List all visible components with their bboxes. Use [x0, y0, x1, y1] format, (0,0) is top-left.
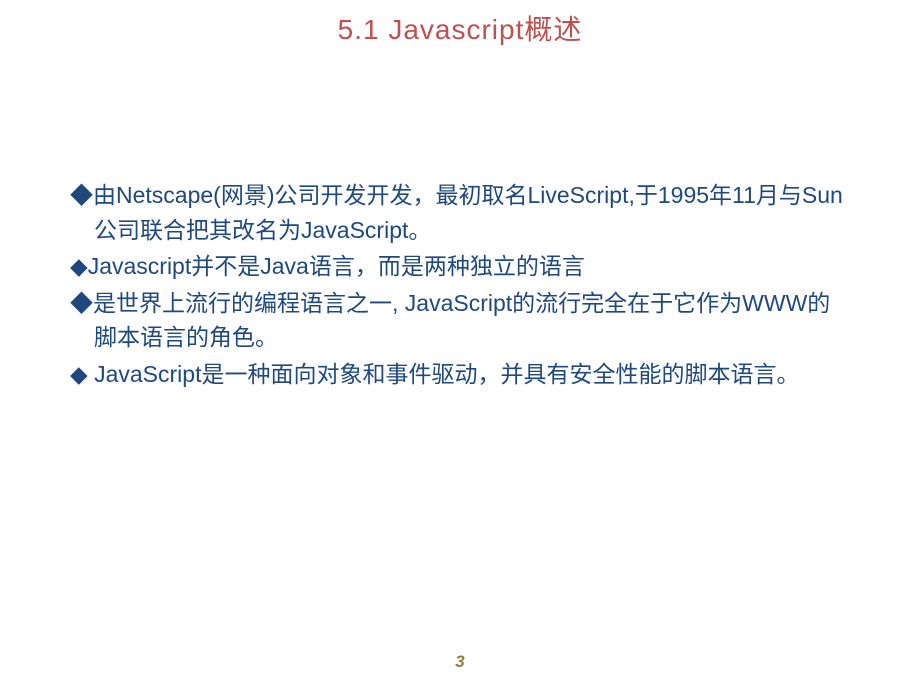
bullet-marker-icon: ◆ [70, 361, 88, 387]
bullet-item: ◆是世界上流行的编程语言之一, JavaScript的流行完全在于它作为WWW的… [70, 286, 850, 355]
bullet-item: ◆Javascript并不是Java语言，而是两种独立的语言 [70, 249, 850, 284]
bullet-text: 由Netscape(网景)公司开发开发，最初取名LiveScript,于1995… [93, 182, 843, 243]
bullet-text: Javascript并不是Java语言，而是两种独立的语言 [88, 253, 585, 279]
bullet-marker-icon: ◆ [70, 290, 93, 316]
bullet-item: ◆由Netscape(网景)公司开发开发，最初取名LiveScript,于199… [70, 178, 850, 247]
bullet-text: 是世界上流行的编程语言之一, JavaScript的流行完全在于它作为WWW的脚… [93, 290, 830, 351]
slide-content: ◆由Netscape(网景)公司开发开发，最初取名LiveScript,于199… [0, 48, 920, 391]
bullet-text: JavaScript是一种面向对象和事件驱动，并具有安全性能的脚本语言。 [88, 361, 800, 387]
bullet-item: ◆ JavaScript是一种面向对象和事件驱动，并具有安全性能的脚本语言。 [70, 357, 850, 392]
slide-title: 5.1 Javascript概述 [0, 0, 920, 48]
slide-container: 5.1 Javascript概述 ◆由Netscape(网景)公司开发开发，最初… [0, 0, 920, 690]
bullet-marker-icon: ◆ [70, 253, 88, 279]
bullet-marker-icon: ◆ [70, 182, 93, 208]
page-number: 3 [455, 652, 464, 672]
